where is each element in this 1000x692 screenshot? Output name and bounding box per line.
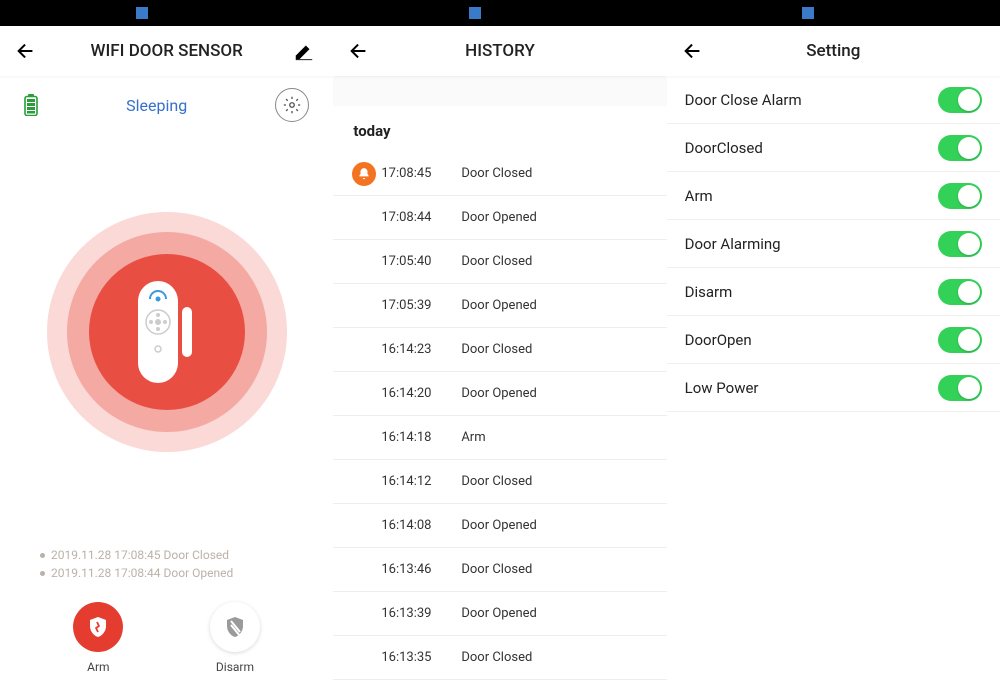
history-time: 16:14:18	[381, 430, 461, 445]
toggle-switch[interactable]	[938, 183, 982, 209]
arm-button[interactable]: Arm	[73, 602, 123, 674]
header: HISTORY	[333, 26, 666, 76]
settings-screen: Setting Door Close AlarmDoorClosedArmDoo…	[667, 0, 1000, 692]
toggle-switch[interactable]	[938, 87, 982, 113]
history-time: 16:13:35	[381, 650, 461, 665]
history-event: Door Opened	[461, 518, 652, 533]
arm-label: Arm	[87, 660, 109, 674]
history-row[interactable]: 17:05:39Door Opened	[333, 284, 666, 328]
shield-icon	[86, 615, 110, 639]
history-time: 16:14:20	[381, 386, 461, 401]
history-event: Door Closed	[461, 650, 652, 665]
history-row[interactable]: 16:13:35Door Closed	[333, 636, 666, 680]
page-title: Setting	[806, 41, 860, 61]
toggle-switch[interactable]	[938, 279, 982, 305]
history-time: 17:05:40	[381, 254, 461, 269]
disarm-label: Disarm	[216, 660, 254, 674]
status-icon	[802, 7, 814, 19]
history-time: 17:08:45	[381, 166, 461, 181]
status-bar	[333, 0, 666, 26]
setting-row: Disarm	[667, 268, 1000, 316]
bell-icon	[352, 162, 376, 186]
row-icon-slot	[347, 162, 381, 186]
alarm-ring	[0, 124, 333, 540]
back-button[interactable]	[345, 37, 373, 65]
history-time: 16:14:12	[381, 474, 461, 489]
settings-button[interactable]	[275, 88, 309, 122]
setting-row: Door Alarming	[667, 220, 1000, 268]
setting-row: Arm	[667, 172, 1000, 220]
history-event: Door Opened	[461, 298, 652, 313]
history-time: 16:14:23	[381, 342, 461, 357]
recent-log: 2019.11.28 17:08:45 Door Closed 2019.11.…	[0, 540, 333, 592]
history-row[interactable]: 16:14:12Door Closed	[333, 460, 666, 504]
battery-icon	[24, 94, 38, 116]
history-event: Door Closed	[461, 254, 652, 269]
shield-off-icon	[223, 615, 247, 639]
setting-row: DoorOpen	[667, 316, 1000, 364]
edit-button[interactable]	[287, 37, 315, 65]
section-label: today	[333, 114, 666, 152]
history-event: Door Opened	[461, 210, 652, 225]
history-time: 17:08:44	[381, 210, 461, 225]
history-row[interactable]: 16:14:08Door Opened	[333, 504, 666, 548]
toggle-switch[interactable]	[938, 375, 982, 401]
status-icon	[469, 7, 481, 19]
history-event: Door Closed	[461, 562, 652, 577]
status-bar	[667, 0, 1000, 26]
history-row[interactable]: 16:14:18Arm	[333, 416, 666, 460]
setting-row: DoorClosed	[667, 124, 1000, 172]
action-row: Arm Disarm	[0, 592, 333, 692]
history-time: 16:13:46	[381, 562, 461, 577]
toggle-switch[interactable]	[938, 327, 982, 353]
history-row[interactable]: 16:13:39Door Opened	[333, 592, 666, 636]
history-event: Door Closed	[461, 166, 652, 181]
back-button[interactable]	[679, 37, 707, 65]
history-row[interactable]: 17:08:45Door Closed	[333, 152, 666, 196]
setting-label: Arm	[685, 187, 938, 205]
history-list[interactable]: today 17:08:45Door Closed17:08:44Door Op…	[333, 106, 666, 692]
main-screen: WIFI DOOR SENSOR Sleeping 2019.11.28 17:…	[0, 0, 333, 692]
settings-list: Door Close Alarm DoorClosed Arm Door Alarmi…	[667, 76, 1000, 692]
header: Setting	[667, 26, 1000, 76]
history-row[interactable]: 17:05:40Door Closed	[333, 240, 666, 284]
setting-label: Door Close Alarm	[685, 91, 938, 109]
disarm-button[interactable]: Disarm	[210, 602, 260, 674]
setting-label: Low Power	[685, 379, 938, 397]
history-time: 16:14:08	[381, 518, 461, 533]
history-event: Arm	[461, 430, 652, 445]
log-line: 2019.11.28 17:08:44 Door Opened	[40, 564, 293, 582]
toggle-switch[interactable]	[938, 231, 982, 257]
history-time: 17:05:39	[381, 298, 461, 313]
history-row[interactable]: 16:13:46Door Closed	[333, 548, 666, 592]
history-time: 16:13:39	[381, 606, 461, 621]
history-event: Door Closed	[461, 342, 652, 357]
status-icon	[136, 7, 148, 19]
history-event: Door Closed	[461, 474, 652, 489]
setting-label: DoorClosed	[685, 139, 938, 157]
history-event: Door Opened	[461, 606, 652, 621]
setting-label: Disarm	[685, 283, 938, 301]
history-screen: HISTORY today 17:08:45Door Closed17:08:4…	[333, 0, 666, 692]
history-row[interactable]: 16:14:20Door Opened	[333, 372, 666, 416]
setting-row: Low Power	[667, 364, 1000, 412]
device-status: Sleeping	[38, 96, 275, 115]
page-title: HISTORY	[465, 41, 535, 61]
setting-label: Door Alarming	[685, 235, 938, 253]
history-row[interactable]: 16:14:23Door Closed	[333, 328, 666, 372]
log-line: 2019.11.28 17:08:45 Door Closed	[40, 546, 293, 564]
header: WIFI DOOR SENSOR	[0, 26, 333, 76]
gear-icon	[283, 96, 301, 114]
history-row[interactable]: 17:08:44Door Opened	[333, 196, 666, 240]
status-bar	[0, 0, 333, 26]
toggle-switch[interactable]	[938, 135, 982, 161]
setting-row: Door Close Alarm	[667, 76, 1000, 124]
page-title: WIFI DOOR SENSOR	[91, 41, 243, 61]
setting-label: DoorOpen	[685, 331, 938, 349]
history-event: Door Opened	[461, 386, 652, 401]
back-button[interactable]	[12, 37, 40, 65]
device-icon	[132, 277, 202, 387]
